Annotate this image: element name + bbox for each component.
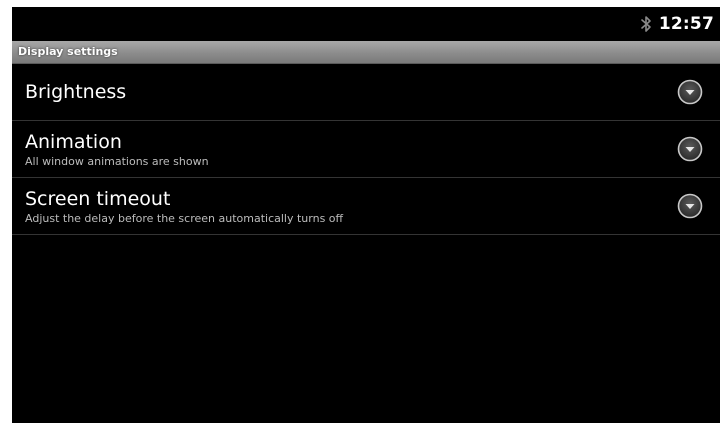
preference-title: Brightness [25,81,127,103]
title-bar: Display settings [12,41,720,64]
preference-brightness[interactable]: Brightness [12,64,720,121]
dropdown-arrow-icon[interactable] [677,136,703,162]
page-title: Display settings [18,45,118,58]
preference-title: Screen timeout [25,188,171,210]
dropdown-arrow-icon[interactable] [677,193,703,219]
status-clock: 12:57 [658,14,714,34]
bluetooth-icon [640,15,652,33]
status-bar: 12:57 [12,7,720,41]
dropdown-arrow-icon[interactable] [677,79,703,105]
preference-list: Brightness Animation All window animatio… [12,64,720,235]
preference-summary: All window animations are shown [25,155,209,168]
preference-screen-timeout[interactable]: Screen timeout Adjust the delay before t… [12,178,720,235]
preference-animation[interactable]: Animation All window animations are show… [12,121,720,178]
preference-summary: Adjust the delay before the screen autom… [25,212,344,225]
device-screen: 12:57 Display settings Brightness Animat… [12,7,720,423]
preference-title: Animation [25,131,122,153]
